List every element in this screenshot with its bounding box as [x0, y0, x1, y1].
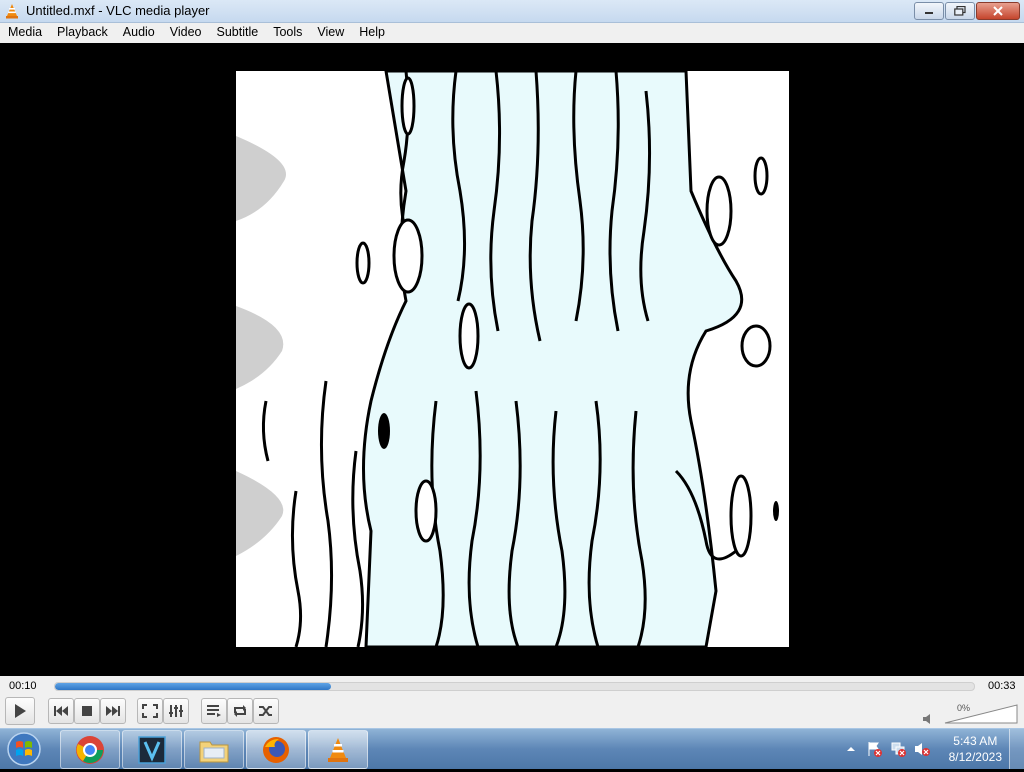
shuffle-icon	[259, 706, 272, 716]
file-explorer-icon	[199, 741, 229, 762]
windows-start-icon	[7, 732, 41, 766]
menu-audio[interactable]: Audio	[123, 23, 155, 43]
restore-button[interactable]	[945, 2, 975, 20]
stop-icon	[82, 706, 92, 716]
loop-icon	[234, 705, 246, 717]
play-button[interactable]	[5, 697, 35, 725]
taskbar: 5:43 AM 8/12/2023	[0, 728, 1024, 769]
action-center-icon[interactable]	[866, 741, 882, 762]
window-title: Untitled.mxf - VLC media player	[26, 3, 210, 18]
firefox-icon	[263, 736, 289, 763]
show-desktop-button[interactable]	[1009, 729, 1024, 769]
volume-slider[interactable]	[944, 704, 1018, 724]
menu-help[interactable]: Help	[359, 23, 385, 43]
seek-slider[interactable]	[54, 682, 975, 691]
show-hidden-icons-button[interactable]	[846, 741, 856, 759]
menu-tools[interactable]: Tools	[273, 23, 302, 43]
menu-media[interactable]: Media	[8, 23, 42, 43]
menu-video[interactable]: Video	[170, 23, 202, 43]
fullscreen-button[interactable]	[137, 698, 163, 724]
loop-button[interactable]	[227, 698, 253, 724]
menu-view[interactable]: View	[317, 23, 344, 43]
title-bar[interactable]: Untitled.mxf - VLC media player	[0, 0, 1024, 23]
fullscreen-icon	[142, 704, 158, 718]
play-icon	[15, 704, 26, 718]
clock-date: 8/12/2023	[948, 750, 1002, 764]
elapsed-time: 00:10	[9, 680, 37, 692]
playback-controls: 00:10 00:33 0%	[0, 676, 1024, 728]
extended-settings-button[interactable]	[163, 698, 189, 724]
v-app-icon	[138, 735, 166, 764]
chevron-up-icon	[847, 747, 855, 751]
speaker-icon	[923, 714, 930, 724]
minimize-button[interactable]	[914, 2, 944, 20]
taskbar-vlc[interactable]	[308, 730, 368, 769]
video-content-image	[236, 71, 789, 647]
previous-icon	[54, 706, 68, 716]
stop-button[interactable]	[74, 698, 100, 724]
taskbar-v-app[interactable]	[122, 730, 182, 769]
seek-progress-fill	[55, 683, 331, 690]
close-button[interactable]	[976, 2, 1020, 20]
vlc-icon	[328, 737, 348, 762]
menu-bar: Media Playback Audio Video Subtitle Tool…	[0, 23, 1024, 43]
volume-label: 0%	[957, 703, 971, 713]
video-area[interactable]	[0, 43, 1024, 676]
previous-button[interactable]	[48, 698, 74, 724]
video-frame	[236, 71, 789, 647]
vlc-icon	[4, 3, 20, 19]
taskbar-firefox[interactable]	[246, 730, 306, 769]
menu-playback[interactable]: Playback	[57, 23, 108, 43]
clock-time: 5:43 AM	[953, 734, 998, 748]
network-icon[interactable]	[890, 741, 906, 762]
taskbar-file-explorer[interactable]	[184, 730, 244, 769]
equalizer-icon	[169, 705, 183, 717]
next-icon	[106, 706, 120, 716]
start-button[interactable]	[4, 731, 48, 767]
volume-muted-icon[interactable]	[914, 741, 930, 762]
next-button[interactable]	[100, 698, 126, 724]
total-time: 00:33	[988, 680, 1016, 692]
shuffle-button[interactable]	[253, 698, 279, 724]
menu-subtitle[interactable]: Subtitle	[217, 23, 259, 43]
playlist-button[interactable]	[201, 698, 227, 724]
taskbar-chrome[interactable]	[60, 730, 120, 769]
chrome-icon	[76, 735, 104, 764]
system-clock[interactable]: 5:43 AM 8/12/2023	[949, 733, 1002, 765]
playlist-icon	[207, 705, 221, 717]
